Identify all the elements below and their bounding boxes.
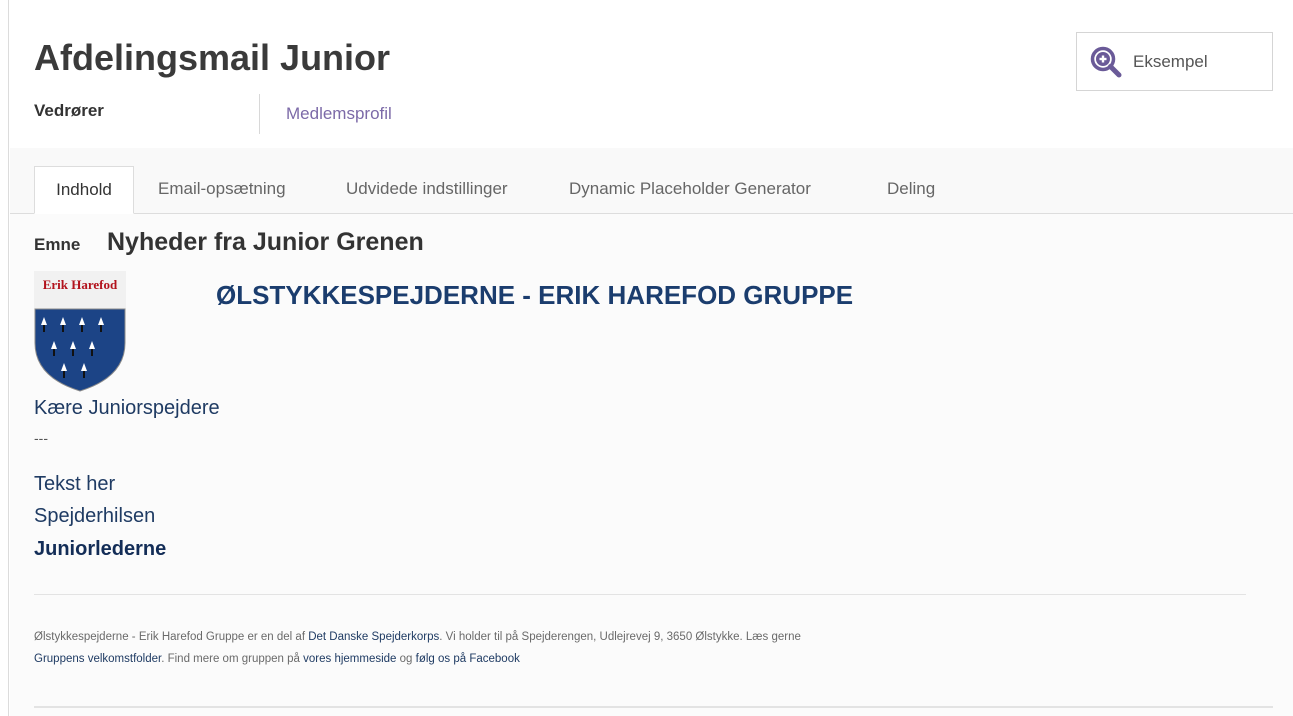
subject-label: Emne (34, 235, 81, 254)
tab-email-opsaetning[interactable]: Email-opsætning (158, 166, 286, 213)
footer-link-dds[interactable]: Det Danske Spejderkorps (308, 631, 439, 643)
footer-text-1: Ølstykkespejderne - Erik Harefod Gruppe … (34, 631, 309, 643)
page-title: Afdelingsmail Junior (34, 37, 391, 78)
footer-text-4: og (396, 653, 416, 665)
concerns-value-link[interactable]: Medlemsprofil (286, 104, 392, 124)
separator-text: --- (34, 430, 48, 446)
concerns-label: Vedrører (34, 101, 104, 120)
tab-dynamic-placeholder-generator[interactable]: Dynamic Placeholder Generator (569, 166, 811, 213)
footer-text-2: . Vi holder til på Spejderengen, Udlejre… (439, 631, 801, 643)
preview-button-label: Eksempel (1133, 51, 1208, 71)
footer-divider (34, 594, 1246, 595)
signature-text: Juniorlederne (34, 538, 167, 560)
body-text: Tekst her (34, 473, 116, 495)
logo-text: Erik Harefod (42, 277, 118, 292)
org-title: ØLSTYKKESPEJDERNE - ERIK HAREFOD GRUPPE (216, 280, 854, 310)
footer-text-3: . Find mere om gruppen på (161, 653, 304, 665)
preview-button[interactable]: Eksempel (1076, 32, 1273, 91)
signoff-text: Spejderhilsen (34, 505, 156, 527)
footer-link-facebook[interactable]: følg os på Facebook (416, 653, 520, 665)
footer-link-velkomstfolder[interactable]: Gruppens velkomstfolder (34, 653, 161, 665)
greeting-text: Kære Juniorspejdere (34, 397, 220, 419)
group-logo: Erik Harefod (34, 271, 126, 392)
subject-value: Nyheder fra Junior Grenen (107, 228, 424, 256)
footer-text: Ølstykkespejderne - Erik Harefod Gruppe … (34, 626, 1144, 670)
tab-indhold[interactable]: Indhold (34, 166, 134, 214)
tab-deling[interactable]: Deling (887, 166, 935, 213)
bottom-divider (34, 706, 1273, 708)
field-divider (259, 94, 260, 134)
footer-link-website[interactable]: vores hjemmeside (303, 653, 396, 665)
zoom-in-icon (1090, 46, 1122, 77)
tab-udvidede-indstillinger[interactable]: Udvidede indstillinger (346, 166, 508, 213)
left-border (8, 0, 9, 716)
